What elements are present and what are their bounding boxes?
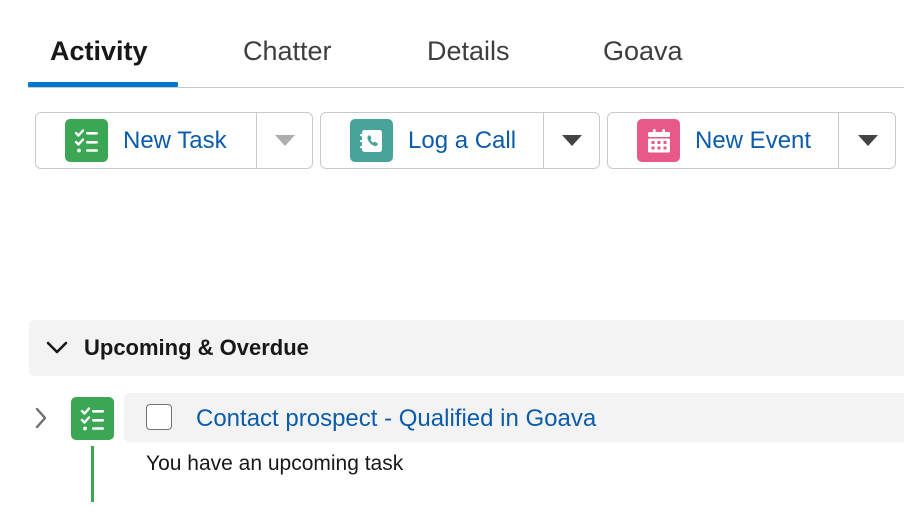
new-task-button[interactable]: New Task bbox=[36, 113, 256, 168]
log-call-label: Log a Call bbox=[408, 126, 517, 154]
log-call-button[interactable]: Log a Call bbox=[321, 113, 543, 168]
log-call-action: Log a Call bbox=[320, 112, 600, 169]
task-complete-checkbox[interactable] bbox=[146, 404, 172, 430]
tab-activity[interactable]: Activity bbox=[50, 36, 148, 67]
new-event-menu-button[interactable] bbox=[838, 113, 896, 168]
calendar-icon bbox=[637, 119, 680, 162]
chevron-down-icon bbox=[857, 135, 878, 146]
timeline-line bbox=[91, 446, 94, 502]
log-call-icon bbox=[350, 119, 393, 162]
task-icon bbox=[65, 119, 108, 162]
new-task-menu-button[interactable] bbox=[256, 113, 313, 168]
section-title: Upcoming & Overdue bbox=[84, 335, 309, 360]
new-task-action: New Task bbox=[35, 112, 313, 169]
chevron-down-icon bbox=[46, 337, 68, 359]
tab-bar: Activity Chatter Details Goava bbox=[28, 0, 904, 88]
active-tab-indicator bbox=[28, 82, 178, 87]
task-description: You have an upcoming task bbox=[146, 452, 404, 475]
chevron-down-icon bbox=[275, 135, 295, 146]
tab-goava[interactable]: Goava bbox=[603, 36, 683, 67]
chevron-down-icon bbox=[562, 135, 582, 146]
tab-details[interactable]: Details bbox=[427, 36, 510, 67]
task-subject-link[interactable]: Contact prospect - Qualified in Goava bbox=[196, 405, 596, 433]
task-icon bbox=[71, 397, 114, 440]
new-event-label: New Event bbox=[695, 126, 812, 154]
chevron-right-icon[interactable] bbox=[30, 406, 52, 430]
upcoming-overdue-section-header[interactable]: Upcoming & Overdue bbox=[29, 320, 904, 376]
new-event-action: New Event bbox=[607, 112, 896, 169]
tab-chatter[interactable]: Chatter bbox=[243, 36, 332, 67]
log-call-menu-button[interactable] bbox=[543, 113, 600, 168]
new-task-label: New Task bbox=[123, 126, 227, 154]
new-event-button[interactable]: New Event bbox=[608, 113, 838, 168]
